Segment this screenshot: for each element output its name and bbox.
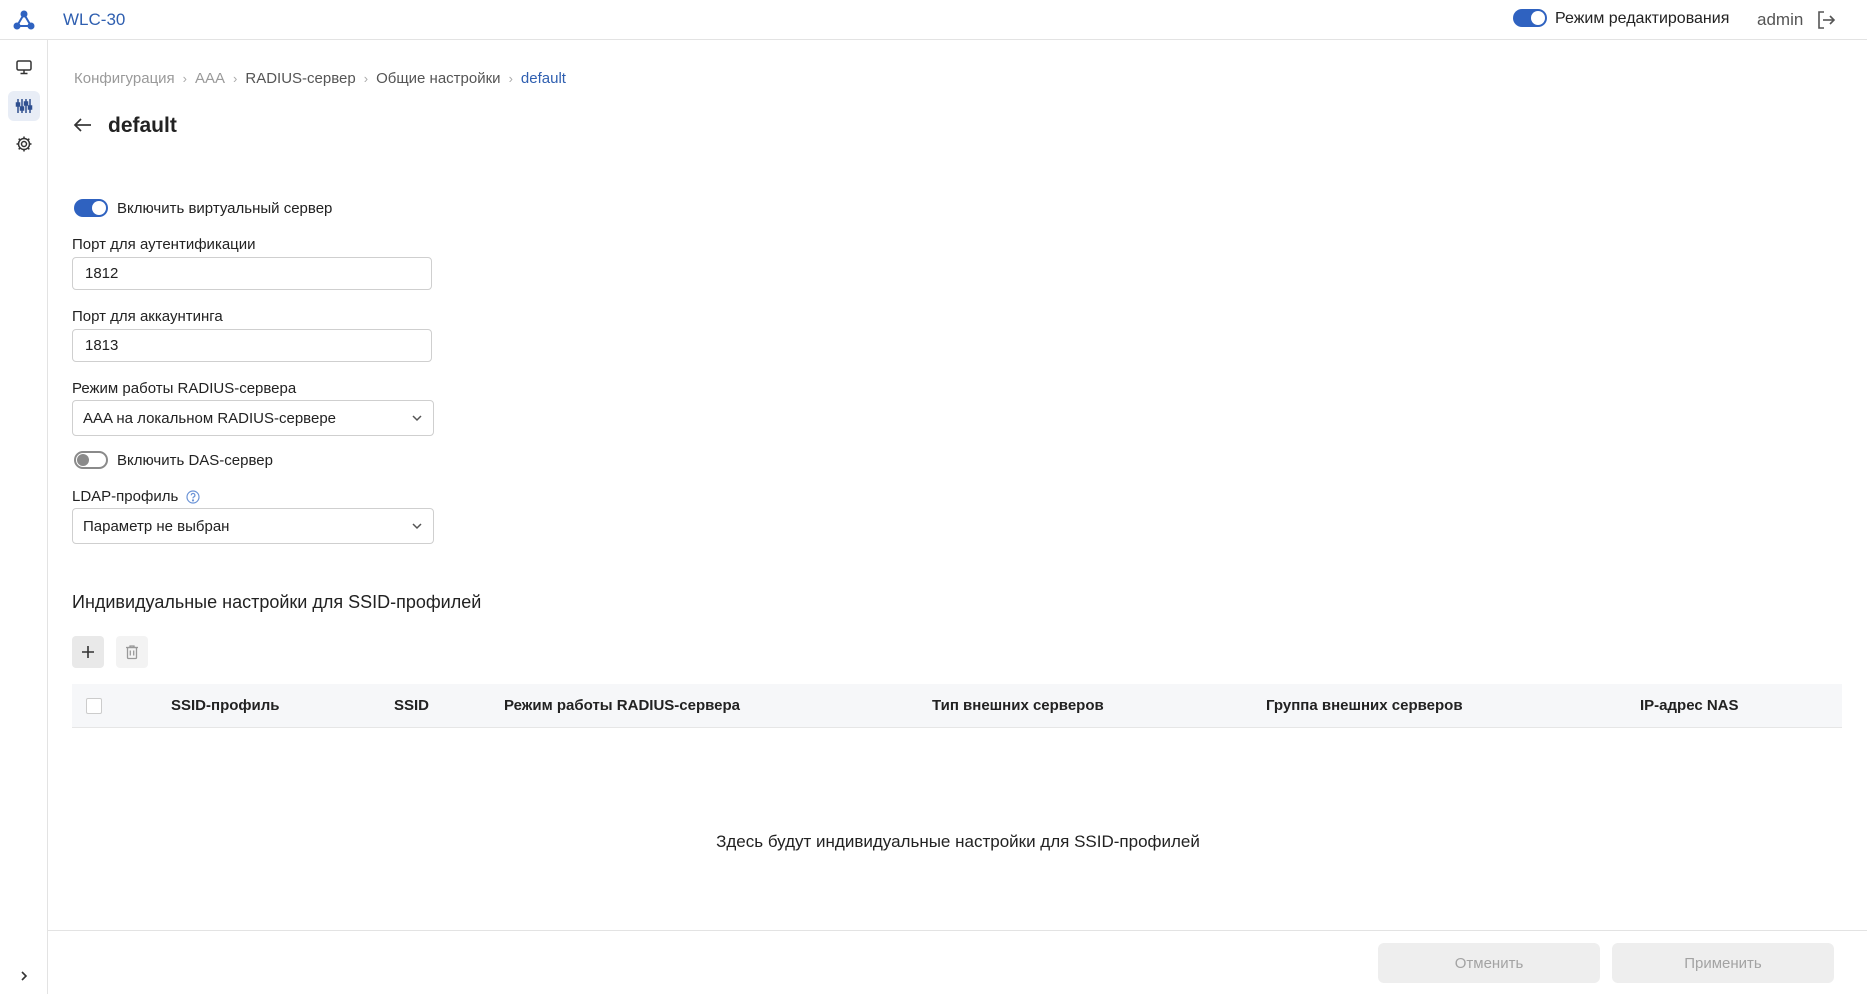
select-all-checkbox[interactable]: [86, 698, 102, 714]
auth-port-label: Порт для аутентификации: [72, 236, 256, 253]
sidebar-item-monitoring[interactable]: [8, 52, 40, 82]
column-radius-mode[interactable]: Режим работы RADIUS-сервера: [504, 697, 740, 714]
breadcrumb-item-configuration[interactable]: Конфигурация: [74, 70, 175, 87]
plus-icon: [82, 646, 94, 658]
das-server-toggle[interactable]: [74, 451, 108, 469]
help-icon[interactable]: [186, 489, 200, 504]
apply-button[interactable]: Применить: [1612, 943, 1834, 983]
virtual-server-toggle[interactable]: [74, 199, 108, 217]
sidebar-item-settings[interactable]: [8, 129, 40, 159]
auth-port-input[interactable]: [72, 257, 432, 290]
gear-icon: [16, 136, 32, 152]
ssid-section-title: Индивидуальные настройки для SSID-профил…: [72, 592, 482, 612]
radius-mode-label: Режим работы RADIUS-сервера: [72, 380, 297, 397]
footer-bar: Отменить Применить: [48, 930, 1867, 994]
ssid-table-empty-text: Здесь будут индивидуальные настройки для…: [716, 832, 1200, 851]
column-ssid-profile[interactable]: SSID-профиль: [171, 697, 280, 714]
breadcrumb-item-radius-server[interactable]: RADIUS-сервер: [245, 70, 355, 87]
sidebar-item-configuration[interactable]: [8, 91, 40, 121]
acct-port-input[interactable]: [72, 329, 432, 362]
breadcrumb: Конфигурация › AAA › RADIUS-сервер › Общ…: [74, 70, 566, 87]
breadcrumb-item-current: default: [520, 70, 566, 87]
breadcrumb-item-general-settings[interactable]: Общие настройки: [376, 70, 501, 87]
column-nas-ip[interactable]: IP-адрес NAS: [1640, 697, 1739, 714]
ssid-table-header: SSID-профиль SSID Режим работы RADIUS-се…: [72, 684, 1842, 728]
app-title[interactable]: WLC-30: [63, 10, 125, 30]
breadcrumb-separator-icon: ›: [508, 71, 513, 86]
radius-mode-value: AAA на локальном RADIUS-сервере: [83, 409, 337, 427]
network-logo-icon[interactable]: [12, 9, 36, 31]
column-external-server-type[interactable]: Тип внешних серверов: [932, 697, 1104, 714]
breadcrumb-separator-icon: ›: [182, 71, 188, 86]
user-name: admin: [1757, 10, 1804, 29]
edit-mode-toggle-wrap: [1513, 9, 1547, 27]
top-bar: WLC-30 Режим редактирования admin: [0, 0, 1867, 40]
ldap-profile-value: Параметр не выбран: [83, 517, 230, 535]
breadcrumb-separator-icon: ›: [233, 71, 238, 86]
chevron-right-icon: [21, 971, 28, 981]
column-external-server-group[interactable]: Группа внешних серверов: [1266, 697, 1463, 714]
acct-port-label: Порт для аккаунтинга: [72, 308, 223, 325]
das-server-row: Включить DAS-сервер: [74, 451, 273, 469]
virtual-server-label: Включить виртуальный сервер: [117, 199, 333, 217]
logout-icon[interactable]: [1815, 9, 1837, 31]
ldap-profile-label: LDAP-профиль: [72, 488, 179, 505]
cancel-button[interactable]: Отменить: [1378, 943, 1600, 983]
breadcrumb-item-aaa[interactable]: AAA: [195, 70, 225, 87]
edit-mode-toggle[interactable]: [1513, 9, 1547, 27]
page-title: default: [108, 114, 177, 137]
chevron-down-icon: [412, 523, 422, 530]
chevron-down-icon: [412, 415, 422, 422]
ldap-profile-select[interactable]: Параметр не выбран: [72, 508, 434, 544]
monitor-icon: [16, 60, 32, 75]
column-ssid[interactable]: SSID: [394, 697, 429, 714]
ldap-profile-label-wrap: LDAP-профиль: [72, 488, 200, 505]
arrow-left-icon[interactable]: [72, 114, 94, 136]
virtual-server-row: Включить виртуальный сервер: [74, 199, 332, 217]
breadcrumb-separator-icon: ›: [363, 71, 369, 86]
das-server-label: Включить DAS-сервер: [117, 451, 273, 469]
sidebar-expand-button[interactable]: [14, 966, 34, 986]
sliders-icon: [15, 99, 33, 113]
radius-mode-select[interactable]: AAA на локальном RADIUS-сервере: [72, 400, 434, 436]
edit-mode-label: Режим редактирования: [1555, 10, 1730, 27]
trash-icon: [126, 645, 138, 660]
delete-button[interactable]: [116, 636, 148, 668]
add-button[interactable]: [72, 636, 104, 668]
